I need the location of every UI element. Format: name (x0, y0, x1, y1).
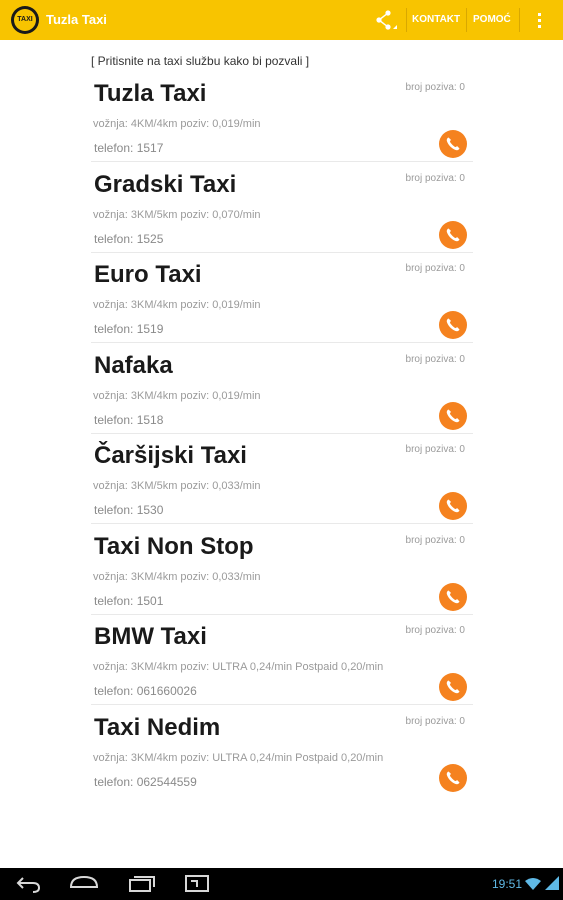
taxi-name: Taxi Nedim (94, 714, 221, 741)
phone-icon (446, 590, 460, 604)
call-button[interactable] (439, 402, 467, 430)
taxi-name: Gradski Taxi (94, 171, 237, 198)
phone-number: telefon: 1518 (94, 413, 164, 427)
taxi-list-item[interactable]: Euro Taxi broj poziva: 0 vožnja: 3KM/4km… (91, 252, 473, 343)
taxi-list-item[interactable]: Čaršijski Taxi broj poziva: 0 vožnja: 3K… (91, 433, 473, 524)
phone-icon (446, 499, 460, 513)
call-count: broj poziva: 0 (405, 444, 465, 455)
taxi-list-item[interactable]: Gradski Taxi broj poziva: 0 vožnja: 3KM/… (91, 162, 473, 253)
fare-info: vožnja: 3KM/4km poziv: ULTRA 0,24/min Po… (93, 661, 384, 673)
taxi-list-item[interactable]: Tuzla Taxi broj poziva: 0 vožnja: 4KM/4k… (91, 71, 473, 162)
taxi-name: Tuzla Taxi (94, 80, 207, 107)
wifi-icon (525, 877, 541, 895)
overflow-menu-icon[interactable] (532, 10, 548, 32)
share-icon[interactable] (372, 8, 398, 32)
call-count: broj poziva: 0 (405, 173, 465, 184)
fare-info: vožnja: 4KM/4km poziv: 0,019/min (93, 118, 261, 130)
recent-apps-icon[interactable] (128, 872, 156, 894)
taxi-name: BMW Taxi (94, 623, 207, 650)
phone-number: telefon: 061660026 (94, 684, 197, 698)
call-button[interactable] (439, 673, 467, 701)
taxi-name: Čaršijski Taxi (94, 442, 247, 469)
fare-info: vožnja: 3KM/4km poziv: 0,033/min (93, 571, 261, 583)
fare-info: vožnja: 3KM/4km poziv: 0,019/min (93, 390, 261, 402)
action-bar: TAXI Tuzla Taxi KONTAKT POMOĆ (0, 0, 563, 40)
fare-info: vožnja: 3KM/5km poziv: 0,033/min (93, 480, 261, 492)
divider (466, 8, 467, 32)
phone-icon (446, 409, 460, 423)
fare-info: vožnja: 3KM/4km poziv: 0,019/min (93, 299, 261, 311)
taxi-list-item[interactable]: Taxi Nedim broj poziva: 0 vožnja: 3KM/4k… (91, 705, 473, 796)
phone-number: telefon: 1519 (94, 322, 164, 336)
taxi-logo-icon[interactable]: TAXI (11, 6, 39, 34)
call-count: broj poziva: 0 (405, 535, 465, 546)
call-button[interactable] (439, 311, 467, 339)
taxi-list-item[interactable]: Taxi Non Stop broj poziva: 0 vožnja: 3KM… (91, 524, 473, 615)
call-count: broj poziva: 0 (405, 625, 465, 636)
screenshot-icon[interactable] (184, 872, 212, 894)
back-icon[interactable] (15, 872, 43, 894)
call-button[interactable] (439, 221, 467, 249)
divider (519, 8, 520, 32)
instruction-text: [ Pritisnite na taxi službu kako bi pozv… (91, 54, 310, 68)
phone-icon (446, 137, 460, 151)
phone-icon (446, 228, 460, 242)
fare-info: vožnja: 3KM/5km poziv: 0,070/min (93, 209, 261, 221)
phone-icon (446, 680, 460, 694)
call-button[interactable] (439, 764, 467, 792)
system-nav-bar (0, 868, 563, 900)
app-title: Tuzla Taxi (46, 12, 107, 27)
phone-icon (446, 318, 460, 332)
call-button[interactable] (439, 583, 467, 611)
taxi-name: Taxi Non Stop (94, 533, 254, 560)
kontakt-button[interactable]: KONTAKT (412, 14, 460, 25)
phone-icon (446, 771, 460, 785)
home-icon[interactable] (69, 872, 99, 894)
taxi-name: Euro Taxi (94, 261, 202, 288)
divider (406, 8, 407, 32)
call-count: broj poziva: 0 (405, 263, 465, 274)
taxi-name: Nafaka (94, 352, 173, 379)
signal-icon (545, 876, 559, 895)
pomoc-button[interactable]: POMOĆ (473, 14, 511, 25)
phone-number: telefon: 062544559 (94, 775, 197, 789)
taxi-list-item[interactable]: BMW Taxi broj poziva: 0 vožnja: 3KM/4km … (91, 614, 473, 705)
phone-number: telefon: 1525 (94, 232, 164, 246)
call-count: broj poziva: 0 (405, 354, 465, 365)
taxi-list-item[interactable]: Nafaka broj poziva: 0 vožnja: 3KM/4km po… (91, 343, 473, 434)
call-button[interactable] (439, 130, 467, 158)
call-button[interactable] (439, 492, 467, 520)
fare-info: vožnja: 3KM/4km poziv: ULTRA 0,24/min Po… (93, 752, 384, 764)
phone-number: telefon: 1530 (94, 503, 164, 517)
call-count: broj poziva: 0 (405, 716, 465, 727)
phone-number: telefon: 1501 (94, 594, 164, 608)
status-clock: 19:51 (492, 877, 523, 891)
call-count: broj poziva: 0 (405, 82, 465, 93)
phone-number: telefon: 1517 (94, 141, 164, 155)
